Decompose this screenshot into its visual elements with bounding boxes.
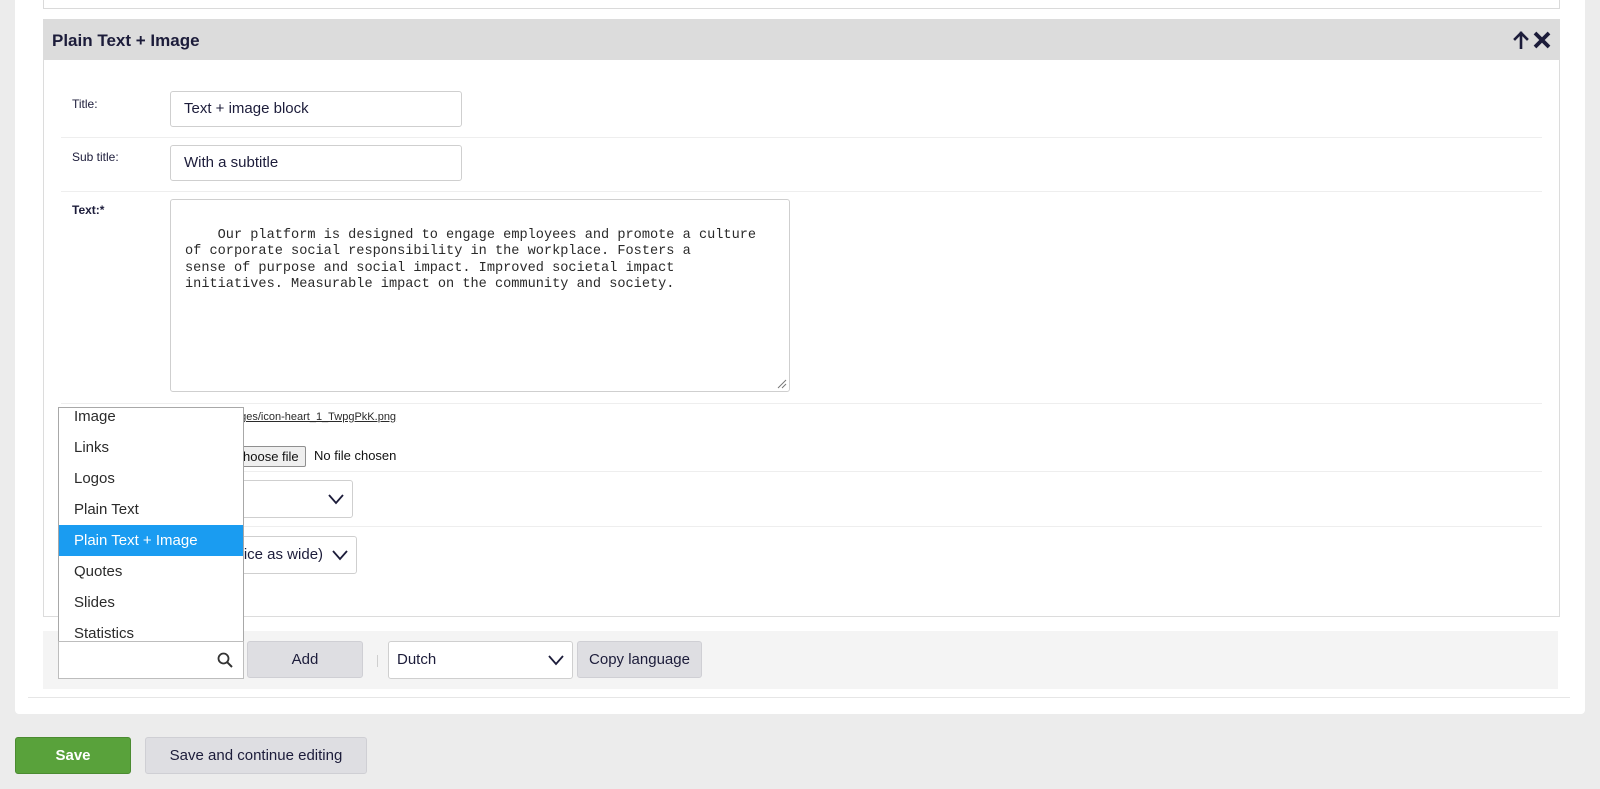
close-x-icon[interactable] [1533,29,1551,51]
dropdown-option-statistics[interactable]: Statistics [59,618,243,641]
chevron-down-icon [548,655,564,666]
dropdown-option-slides[interactable]: Slides [59,587,243,618]
row-divider [61,137,1542,138]
arrow-up-icon[interactable] [1513,29,1529,51]
row-divider [61,191,1542,192]
add-button[interactable]: Add [247,641,363,678]
dropdown-option-plain-text[interactable]: Plain Text [59,494,243,525]
content-block: Plain Text + Image Title: Text + image b… [43,19,1560,617]
dropdown-option-quotes[interactable]: Quotes [59,556,243,587]
block-title: Plain Text + Image [52,31,200,50]
dropdown-option-image[interactable]: Image [59,408,243,432]
dropdown-option-plain-text-image[interactable]: Plain Text + Image [59,525,243,556]
magnifier-icon [217,652,233,668]
select-two-value: wice as wide) [233,546,324,563]
text-area-content: Our platform is designed to engage emplo… [185,227,757,293]
subtitle-label: Sub title: [72,150,119,164]
text-label: Text:* [72,203,105,217]
row-divider [61,471,1542,472]
block-type-dropdown[interactable]: Image Links Logos Plain Text Plain Text … [58,407,244,641]
block-header: Plain Text + Image [44,20,1559,60]
chevron-down-icon [328,494,344,505]
dropdown-option-links[interactable]: Links [59,432,243,463]
save-and-continue-button[interactable]: Save and continue editing [145,737,367,774]
panel-divider [28,697,1570,698]
language-select[interactable]: Dutch [388,641,573,679]
copy-language-button[interactable]: Copy language [577,641,702,678]
title-label: Title: [72,97,98,111]
previous-block-edge [43,0,1560,9]
choose-file-button[interactable]: hoose file [236,446,306,467]
block-type-search[interactable] [58,641,244,679]
text-area[interactable]: Our platform is designed to engage emplo… [170,199,790,392]
file-status: No file chosen [314,448,397,463]
row-divider [61,403,1542,404]
dropdown-option-logos[interactable]: Logos [59,463,243,494]
row-divider [61,526,1542,527]
resize-handle-icon[interactable] [777,379,787,389]
toolbar-divider [377,655,378,667]
subtitle-input[interactable]: With a subtitle [170,145,462,181]
current-image-link[interactable]: ages/icon-heart_1_TwpgPkK.png [234,411,396,423]
title-input[interactable]: Text + image block [170,91,462,127]
chevron-down-icon [332,550,348,561]
language-value: Dutch [397,651,437,668]
save-button[interactable]: Save [15,737,131,774]
